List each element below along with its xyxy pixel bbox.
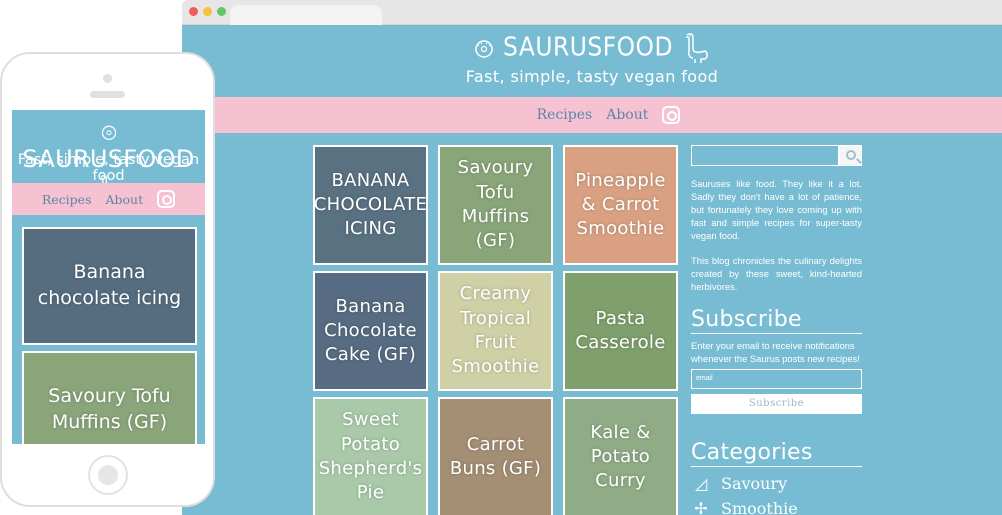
nav-recipes-link[interactable]: Recipes [537,107,593,123]
recipe-tile[interactable]: Creamy Tropical Fruit Smoothie [438,271,553,391]
search-button[interactable] [839,145,862,166]
nav-about-link[interactable]: About [606,107,648,123]
category-smoothie[interactable]: ✢ Smoothie [691,499,862,515]
donut-logo-icon [101,125,116,140]
recipe-tile[interactable]: BANANA CHOCOLATE ICING [313,145,428,265]
pizza-slice-icon: ◿ [694,474,708,493]
recipe-tile[interactable]: Pasta Casserole [563,271,678,391]
browser-window: SAURUSFOOD Fast, simple, tasty vegan foo… [182,0,1002,515]
home-button-inner [98,465,118,485]
mobile-recipe-card[interactable]: Banana chocolate icing [22,227,197,345]
recipe-tile-label: Savoury Tofu Muffins (GF) [457,157,534,252]
maximize-window-dot[interactable] [217,7,226,16]
mobile-nav-bar: Recipes About [12,183,205,215]
recipe-tile-label: Pasta Casserole [575,307,666,353]
recipe-tile-label: Sweet Potato Shepherd's Pie [318,409,423,504]
mobile-nav-recipes-link[interactable]: Recipes [42,192,92,207]
category-savoury[interactable]: ◿ Savoury [691,474,862,493]
desktop-site: SAURUSFOOD Fast, simple, tasty vegan foo… [182,25,1002,515]
nav-bar: Recipes About [215,97,1002,133]
recipe-tile[interactable]: Carrot Buns (GF) [438,397,553,515]
about-paragraph-2: This blog chronicles the culinary deligh… [691,255,862,292]
recipe-tile[interactable]: Kale & Potato Curry [563,397,678,515]
instagram-icon[interactable] [157,190,176,208]
mobile-recipe-card-label: Banana chocolate icing [37,261,182,309]
minimize-window-dot[interactable] [203,7,212,16]
recipe-tile[interactable]: Savoury Tofu Muffins (GF) [438,145,553,265]
browser-chrome [182,0,1002,25]
subscribe-button[interactable]: Subscribe [691,394,862,414]
recipe-tile-label: Creamy Tropical Fruit Smoothie [451,283,540,378]
site-title[interactable]: SAURUSFOOD [503,33,673,63]
site-header: SAURUSFOOD [182,31,1002,65]
mobile-recipe-card[interactable]: Savoury Tofu Muffins (GF) [22,351,197,444]
search-input[interactable] [691,145,839,166]
mobile-recipe-card-label: Savoury Tofu Muffins (GF) [48,385,171,433]
fruit-icon: ✢ [694,499,708,515]
phone-home-button[interactable] [88,455,128,495]
phone-speaker [90,91,125,98]
recipe-tile[interactable]: Pineapple & Carrot Smoothie [563,145,678,265]
recipe-tile-label: Carrot Buns (GF) [449,433,542,479]
dinosaur-logo-icon [685,33,708,63]
about-paragraph-1: Sauruses like food. They like it a lot. … [691,178,862,241]
categories-heading: Categories [691,440,862,467]
recipe-tile[interactable]: Sweet Potato Shepherd's Pie [313,397,428,515]
donut-logo-icon [475,40,493,58]
instagram-icon[interactable] [662,106,681,124]
subscribe-heading: Subscribe [691,307,862,334]
recipe-tile-label: BANANA CHOCOLATE ICING [313,169,428,240]
email-field[interactable]: email [691,369,862,389]
recipe-tile-label: Pineapple & Carrot Smoothie [575,169,666,240]
recipe-tile-label: Banana Chocolate Cake (GF) [324,295,417,366]
category-label: Savoury [721,474,788,493]
phone-mockup: SAURUSFOOD Fast, simple, tasty vegan foo… [0,52,215,507]
mobile-nav-about-link[interactable]: About [105,192,143,207]
close-window-dot[interactable] [189,7,198,16]
recipe-tile[interactable]: Banana Chocolate Cake (GF) [313,271,428,391]
site-tagline: Fast, simple, tasty vegan food [465,67,719,86]
category-label: Smoothie [721,499,798,515]
search-icon [846,150,856,160]
mobile-site-tagline: Fast, simple, tasty vegan food [17,152,200,184]
recipe-tile-label: Kale & Potato Curry [590,421,651,492]
phone-camera [103,74,112,83]
mobile-site: SAURUSFOOD Fast, simple, tasty vegan foo… [12,110,205,444]
subscribe-description: Enter your email to receive notification… [691,340,860,364]
browser-tab[interactable] [230,5,382,25]
